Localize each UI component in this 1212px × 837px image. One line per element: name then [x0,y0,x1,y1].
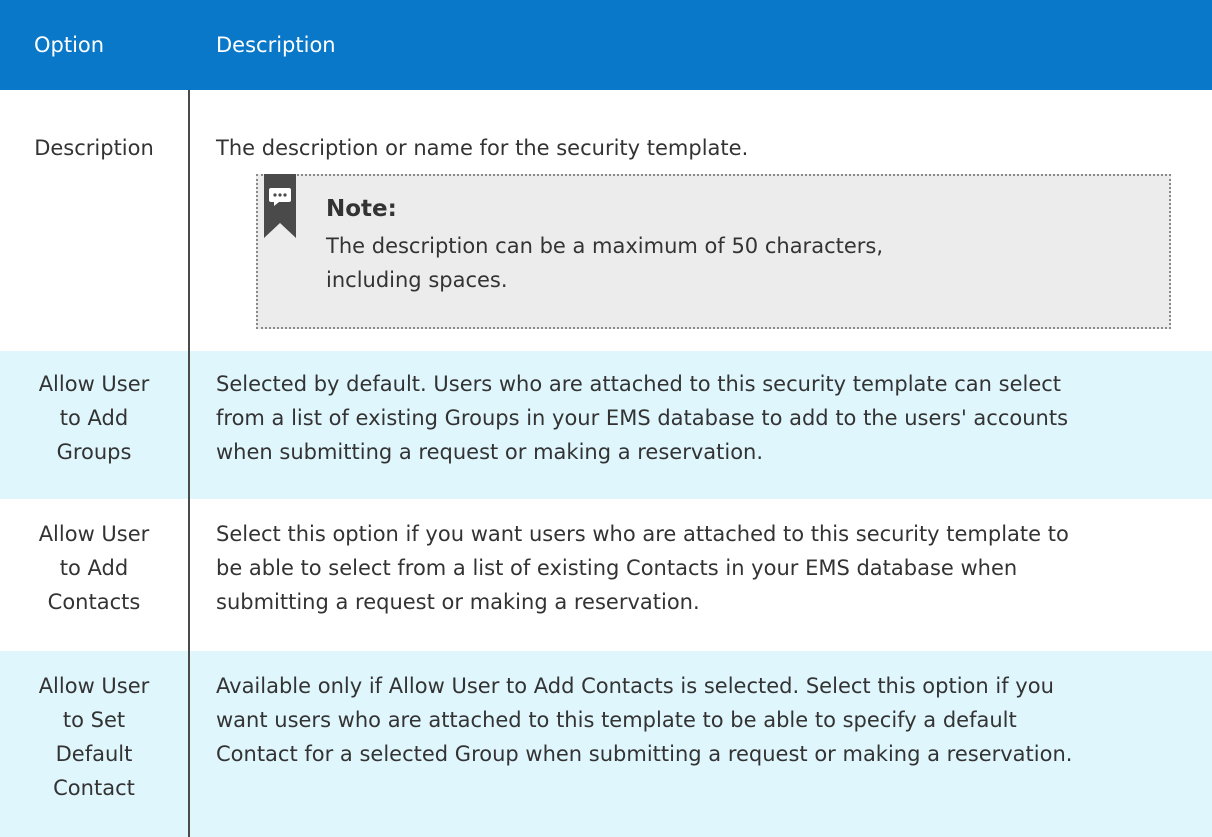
comment-note-icon [264,174,296,238]
note-text-line: The description can be a maximum of 50 c… [326,234,884,258]
header-description: Description [216,33,336,57]
option-cell: Allow User to Set Default Contact [0,669,188,805]
option-label: Allow User [38,372,150,396]
option-cell: Description [0,131,188,165]
description-text: be able to select from a list of existin… [216,556,1018,580]
description-text: from a list of existing Groups in your E… [216,406,1069,430]
option-label: Allow User [38,674,150,698]
description-cell: Select this option if you want users who… [216,517,1191,619]
description-text: The description or name for the security… [216,136,749,160]
note-text-line: including spaces. [326,268,508,292]
option-label: Allow User [38,522,150,546]
table-row: Allow User to Set Default Contact Availa… [0,651,1212,837]
description-cell: The description or name for the security… [216,131,1191,165]
note-text: The description can be a maximum of 50 c… [326,229,1126,297]
note-title: Note: [326,196,397,222]
option-label: Contacts [47,590,141,614]
option-label: to Add [59,406,129,430]
note-box: Note: The description can be a maximum o… [256,174,1171,329]
description-text: want users who are attached to this temp… [216,708,1017,732]
table-row: Allow User to Add Contacts Select this o… [0,500,1212,650]
description-text: submitting a request or making a reserva… [216,590,700,614]
description-cell: Selected by default. Users who are attac… [216,367,1191,469]
description-text: Select this option if you want users who… [216,522,1069,546]
option-label: to Add [59,556,129,580]
description-text: Available only if Allow User to Add Cont… [216,674,1054,698]
options-table: Option Description Description The descr… [0,0,1212,837]
option-label: Contact [53,776,135,800]
column-divider [188,90,190,837]
header-option: Option [34,33,105,57]
description-text: Selected by default. Users who are attac… [216,372,1062,396]
option-label: to Set [62,708,126,732]
description-cell: Available only if Allow User to Add Cont… [216,669,1191,771]
option-label: Default [55,742,133,766]
option-label: Groups [56,440,132,464]
table-header: Option Description [0,0,1212,90]
option-label: Description [34,136,154,160]
option-cell: Allow User to Add Groups [0,367,188,469]
description-text: Contact for a selected Group when submit… [216,742,1073,766]
option-cell: Allow User to Add Contacts [0,517,188,619]
table-row: Allow User to Add Groups Selected by def… [0,351,1212,499]
description-text: when submitting a request or making a re… [216,440,764,464]
